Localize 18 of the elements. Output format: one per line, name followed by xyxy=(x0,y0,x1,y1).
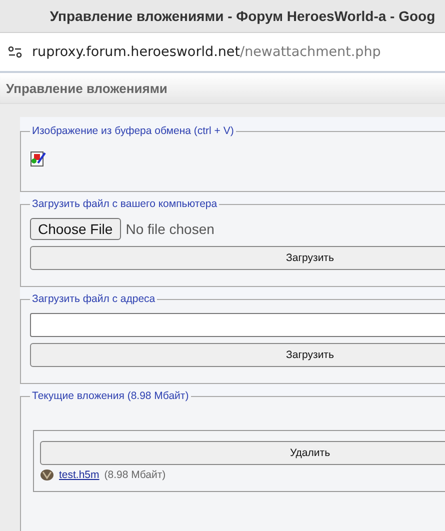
file-status: No file chosen xyxy=(126,221,214,237)
window-title: Управление вложениями - Форум HeroesWorld-a - Goog xyxy=(50,8,436,24)
page-heading: Управление вложениями xyxy=(6,80,168,96)
site-settings-icon[interactable] xyxy=(8,46,22,58)
section-legend: Загрузить файл с вашего компьютера xyxy=(30,198,220,210)
url-input-field[interactable] xyxy=(30,313,445,337)
section-legend: Текущие вложения (8.98 Мбайт) xyxy=(30,390,191,402)
file-size: (8.98 Мбайт) xyxy=(104,469,166,481)
file-link[interactable]: test.h5m xyxy=(59,469,100,481)
address-url[interactable]: ruproxy.forum.heroesworld.net/newattachment.php xyxy=(32,44,381,60)
upload-button[interactable]: Загрузить xyxy=(30,246,445,270)
section-legend: Изображение из буфера обмена (ctrl + V) xyxy=(30,125,236,137)
section-legend: Загрузить файл с адреса xyxy=(30,293,158,305)
delete-button[interactable]: Удалить xyxy=(40,441,445,465)
attachment-file-icon xyxy=(40,469,54,481)
choose-file-button[interactable]: Choose File xyxy=(30,218,121,240)
upload-button[interactable]: Загрузить xyxy=(30,343,445,367)
paste-image-icon[interactable] xyxy=(30,151,46,167)
